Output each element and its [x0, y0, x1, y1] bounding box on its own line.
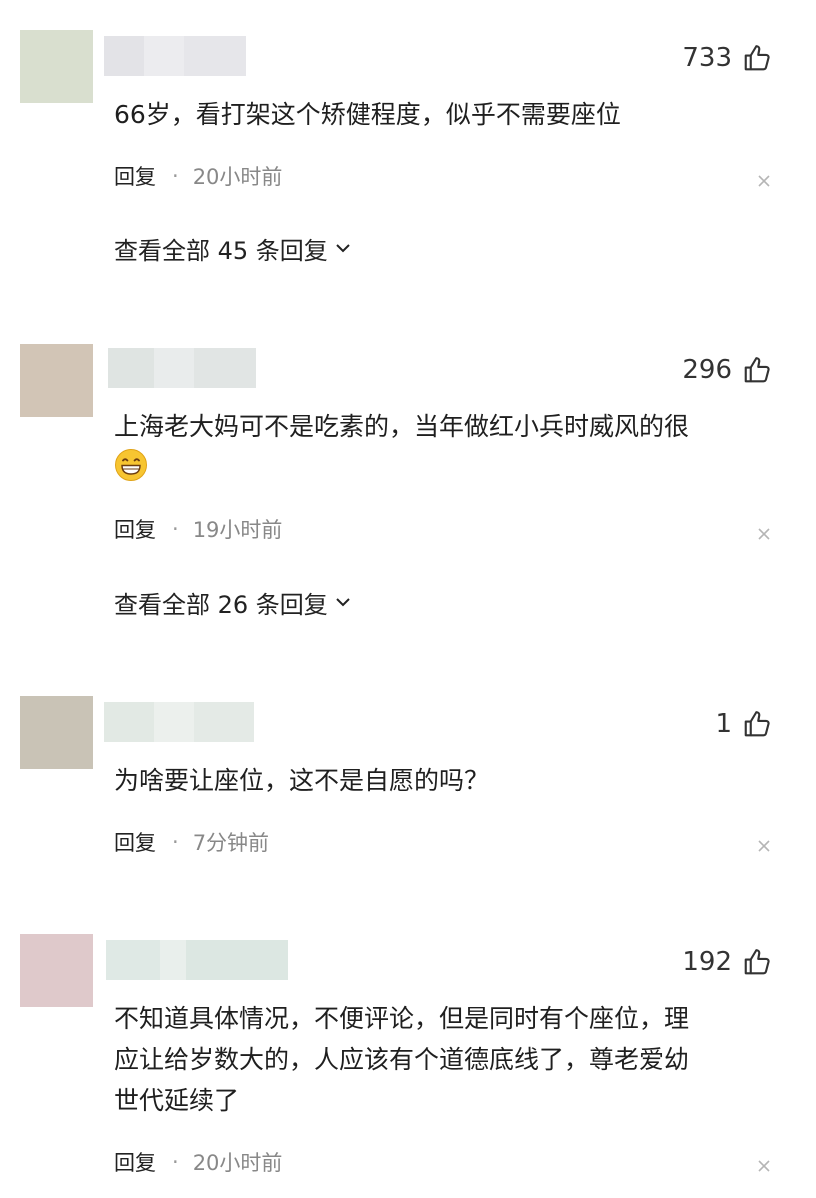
separator-dot: · — [172, 164, 179, 188]
reply-button[interactable]: 回复 — [114, 161, 156, 191]
like-count: 1 — [715, 709, 732, 739]
like-count: 192 — [682, 947, 732, 977]
separator-dot: · — [172, 830, 179, 854]
comment-text: 66岁，看打架这个矫健程度，似乎不需要座位 — [114, 100, 621, 129]
reply-button[interactable]: 回复 — [114, 827, 156, 857]
reply-button[interactable]: 回复 — [114, 1147, 156, 1177]
username-blurred[interactable] — [104, 702, 254, 742]
close-icon[interactable] — [756, 526, 772, 542]
reply-button[interactable]: 回复 — [114, 514, 156, 544]
like-button[interactable]: 296 — [682, 350, 772, 390]
thumbs-up-icon — [744, 357, 770, 383]
comment-time: 20小时前 — [192, 165, 283, 189]
comment-text: 上海老大妈可不是吃素的，当年做红小兵时威风的很 — [114, 406, 774, 488]
avatar[interactable] — [20, 344, 93, 417]
comment-time: 20小时前 — [192, 1151, 283, 1175]
separator-dot: · — [172, 517, 179, 541]
like-button[interactable]: 733 — [682, 38, 772, 78]
comment-text-body: 上海老大妈可不是吃素的，当年做红小兵时威风的很 — [114, 412, 690, 441]
separator-dot: · — [172, 1150, 179, 1174]
comment-text: 不知道具体情况，不便评论，但是同时有个座位，理 应让给岁数大的，人应该有个道德底… — [114, 1004, 690, 1115]
expand-replies-button[interactable]: 查看全部 45 条回复 — [114, 230, 352, 266]
comment-item: 296 上海老大妈可不是吃素的，当年做红小兵时威风的很 回复 · 19小时前 查… — [0, 320, 816, 680]
thumbs-up-icon — [744, 45, 770, 71]
like-count: 296 — [682, 355, 732, 385]
comment-time: 19小时前 — [192, 518, 283, 542]
comment-item: 192 不知道具体情况，不便评论，但是同时有个座位，理 应让给岁数大的，人应该有… — [0, 930, 816, 1198]
like-button[interactable]: 1 — [715, 704, 772, 744]
expand-replies-label: 查看全部 26 条回复 — [114, 590, 328, 619]
comment-text: 为啥要让座位，这不是自愿的吗？ — [114, 766, 490, 795]
username-blurred[interactable] — [104, 36, 246, 76]
grinning-face-emoji-icon — [115, 449, 147, 481]
close-icon[interactable] — [756, 1158, 772, 1174]
thumbs-up-icon — [744, 949, 770, 975]
comment-meta: 回复 · 19小时前 — [114, 513, 282, 545]
like-button[interactable]: 192 — [682, 942, 772, 982]
close-icon[interactable] — [756, 838, 772, 854]
chevron-down-icon — [336, 244, 350, 253]
comment-item: 1 为啥要让座位，这不是自愿的吗？ 回复 · 7分钟前 — [0, 680, 816, 930]
avatar[interactable] — [20, 696, 93, 769]
comment-meta: 回复 · 20小时前 — [114, 1146, 282, 1178]
thumbs-up-icon — [744, 711, 770, 737]
avatar[interactable] — [20, 30, 93, 103]
username-blurred[interactable] — [106, 940, 288, 980]
like-count: 733 — [682, 43, 732, 73]
comment-meta: 回复 · 7分钟前 — [114, 826, 269, 858]
username-blurred[interactable] — [108, 348, 256, 388]
close-icon[interactable] — [756, 173, 772, 189]
comment-meta: 回复 · 20小时前 — [114, 160, 282, 192]
expand-replies-button[interactable]: 查看全部 26 条回复 — [114, 584, 352, 620]
expand-replies-label: 查看全部 45 条回复 — [114, 236, 328, 265]
comment-item: 733 66岁，看打架这个矫健程度，似乎不需要座位 回复 · 20小时前 查看全… — [0, 0, 816, 320]
comment-time: 7分钟前 — [192, 831, 270, 855]
avatar[interactable] — [20, 934, 93, 1007]
chevron-down-icon — [336, 598, 350, 607]
